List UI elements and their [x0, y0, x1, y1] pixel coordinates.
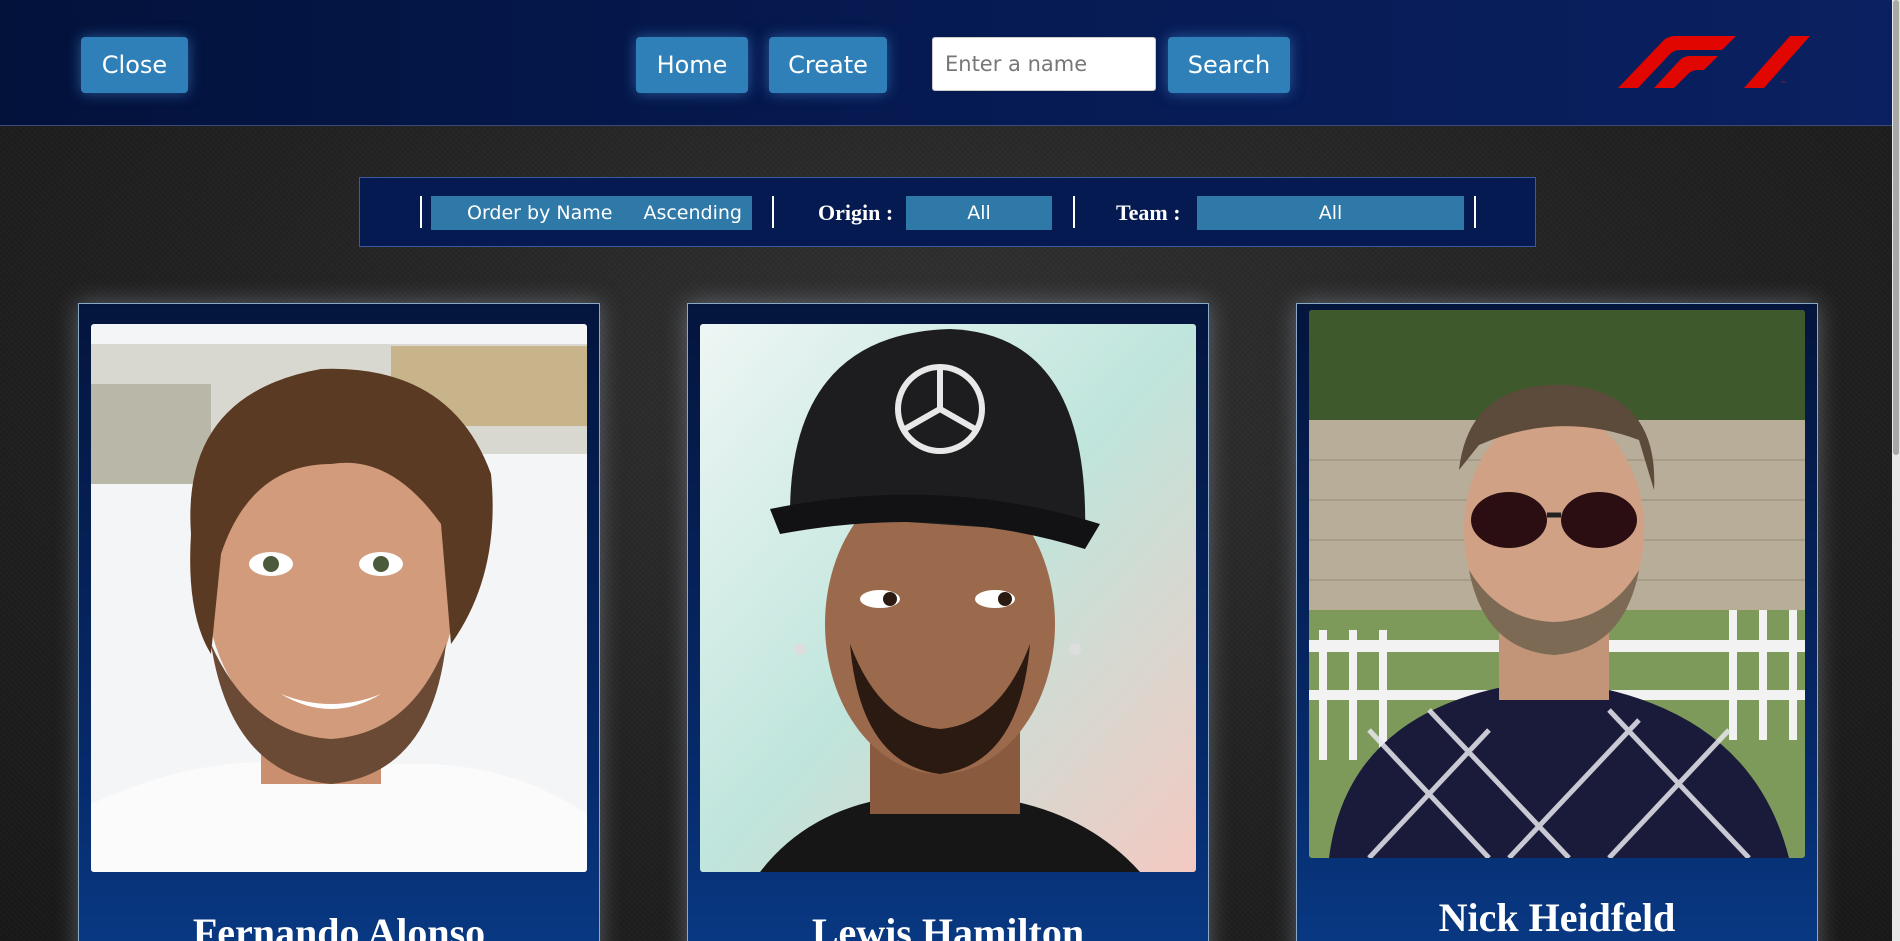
search-button[interactable]: Search [1168, 37, 1290, 93]
f1-logo[interactable]: ™ [1618, 36, 1810, 88]
driver-card[interactable]: Fernando Alonso [78, 303, 600, 941]
direction-label[interactable]: Ascending [643, 196, 742, 230]
driver-photo [91, 324, 587, 872]
driver-photo [700, 324, 1196, 872]
search-input[interactable] [932, 37, 1156, 91]
driver-photo [1309, 310, 1805, 858]
svg-text:™: ™ [1780, 80, 1787, 88]
divider [1073, 196, 1075, 228]
divider [420, 196, 422, 228]
navbar: Close Home Create Search ™ [0, 0, 1892, 126]
team-select[interactable]: All [1197, 196, 1464, 230]
home-button[interactable]: Home [636, 37, 748, 93]
driver-card[interactable]: Lewis Hamilton [687, 303, 1209, 941]
order-label: Order by Name [467, 202, 613, 224]
create-button[interactable]: Create [769, 37, 887, 93]
driver-name: Lewis Hamilton [811, 910, 1085, 941]
origin-select[interactable]: All [906, 196, 1052, 230]
divider [772, 196, 774, 228]
driver-name: Fernando Alonso [192, 910, 486, 941]
team-label: Team : [1116, 200, 1181, 225]
driver-name: Nick Heidfeld [1438, 895, 1676, 940]
driver-card[interactable]: Nick Heidfeld [1296, 303, 1818, 941]
close-button[interactable]: Close [81, 37, 188, 93]
origin-label: Origin : [818, 200, 894, 225]
order-select[interactable]: Order by Name Ascending [431, 196, 752, 230]
scrollbar-thumb[interactable] [1893, 0, 1899, 455]
filter-bar: Order by Name Ascending Origin : All Tea… [359, 177, 1536, 247]
divider [1474, 196, 1476, 228]
